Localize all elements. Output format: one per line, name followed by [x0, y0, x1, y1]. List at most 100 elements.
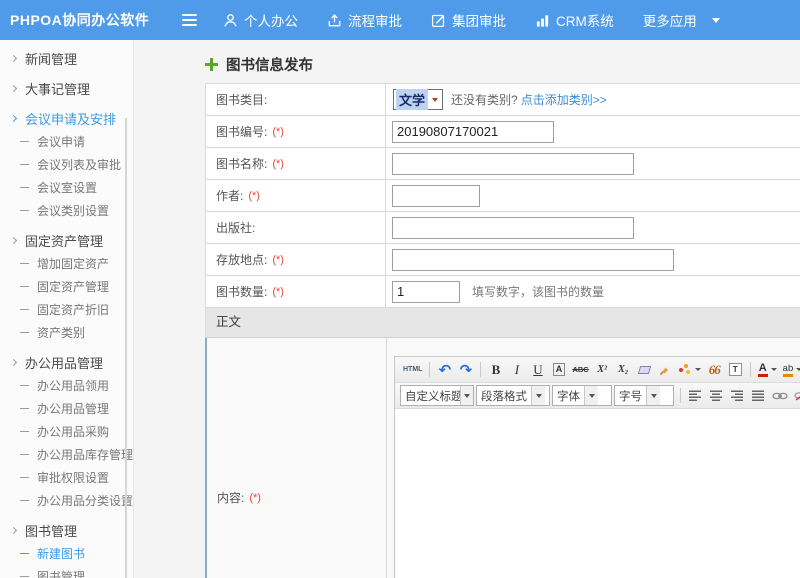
- page-title: 图书信息发布: [205, 54, 313, 75]
- html-source-button[interactable]: HTML: [401, 360, 424, 380]
- custom-title-select[interactable]: 自定义标题: [400, 385, 474, 406]
- sidebar-item-supplies-inventory[interactable]: 办公用品库存管理: [0, 443, 133, 466]
- form-row-quantity: 图书数量:(*) 填写数字，该图书的数量: [205, 276, 800, 308]
- publisher-input[interactable]: [392, 217, 634, 239]
- paste-icon: T: [729, 363, 742, 376]
- align-center-button[interactable]: [707, 386, 726, 406]
- category-select[interactable]: 文学: [393, 89, 443, 110]
- toolbar-separator: [429, 362, 430, 377]
- nav-more-apps[interactable]: 更多应用: [643, 10, 720, 30]
- font-color-button[interactable]: A: [756, 360, 779, 380]
- superscript-button[interactable]: X²: [593, 360, 612, 380]
- sidebar-item-asset-category[interactable]: 资产类别: [0, 321, 133, 344]
- format-brush-button[interactable]: [656, 360, 675, 380]
- form-row-category: 图书类目: 文学 还没有类别? 点击添加类别>>: [205, 84, 800, 116]
- sidebar-item-meeting-list-approval[interactable]: 会议列表及审批: [0, 153, 133, 176]
- sidebar-item-book-management[interactable]: 图书管理: [0, 519, 133, 542]
- nav-workflow-approval[interactable]: 流程审批: [327, 10, 402, 30]
- select-arrow-icon: [531, 386, 545, 405]
- caret-down-icon: [695, 368, 701, 371]
- menu-toggle-icon[interactable]: [182, 14, 197, 29]
- align-right-button[interactable]: [728, 386, 747, 406]
- strikethrough-button[interactable]: ABC: [570, 360, 590, 380]
- paste-plain-button[interactable]: T: [726, 360, 745, 380]
- required-marker: (*): [272, 286, 284, 298]
- align-justify-button[interactable]: [749, 386, 768, 406]
- required-marker: (*): [249, 492, 261, 504]
- highlight-color-button[interactable]: ab: [781, 360, 800, 380]
- group-approval-icon: [431, 13, 446, 28]
- crm-chart-icon: [535, 13, 550, 28]
- underline-button[interactable]: U: [528, 360, 547, 380]
- form-row-book-name: 图书名称:(*): [205, 148, 800, 180]
- nav-label: 更多应用: [643, 10, 697, 30]
- chevron-right-icon: [10, 85, 17, 92]
- sidebar-item-fixed-asset-depreciation[interactable]: 固定资产折旧: [0, 298, 133, 321]
- sidebar-item-new-book[interactable]: 新建图书: [0, 542, 133, 565]
- sidebar-item-office-supplies[interactable]: 办公用品管理: [0, 351, 133, 374]
- unlink-icon: [794, 390, 800, 401]
- select-arrow-icon: [460, 386, 473, 405]
- toolbar-separator: [750, 362, 751, 377]
- sidebar-item-memorabilia[interactable]: 大事记管理: [0, 77, 133, 100]
- paragraph-format-select[interactable]: 段落格式: [476, 385, 550, 406]
- sidebar-scrollbar[interactable]: [125, 118, 127, 578]
- sidebar-item-meeting-category-settings[interactable]: 会议类别设置: [0, 199, 133, 222]
- sidebar-item-supplies-claim[interactable]: 办公用品领用: [0, 374, 133, 397]
- align-left-button[interactable]: [686, 386, 705, 406]
- blockquote-button[interactable]: 66: [705, 360, 724, 380]
- sidebar-item-supplies-purchase[interactable]: 办公用品采购: [0, 420, 133, 443]
- subscript-button[interactable]: X₂: [614, 360, 633, 380]
- editor-canvas[interactable]: [395, 409, 800, 578]
- category-hint: 还没有类别?: [451, 91, 518, 108]
- sidebar-item-meeting-room-settings[interactable]: 会议室设置: [0, 176, 133, 199]
- editor-toolbar-row1: HTML ↶ ↷ B I U A ABC X² X₂: [395, 357, 800, 383]
- eraser-button[interactable]: [635, 360, 654, 380]
- toolbar-separator: [680, 388, 681, 403]
- redo-button[interactable]: ↷: [456, 360, 475, 380]
- dash-icon: [20, 385, 29, 386]
- dash-icon: [20, 477, 29, 478]
- author-input[interactable]: [392, 185, 480, 207]
- location-input[interactable]: [392, 249, 674, 271]
- form-row-publisher: 出版社:: [205, 212, 800, 244]
- remove-link-button[interactable]: [792, 386, 800, 406]
- sidebar-item-book-management-sub[interactable]: 图书管理: [0, 565, 133, 578]
- sidebar-item-supplies-category-settings[interactable]: 办公用品分类设置: [0, 489, 133, 512]
- sidebar-item-approval-permission-settings[interactable]: 审批权限设置: [0, 466, 133, 489]
- italic-button[interactable]: I: [507, 360, 526, 380]
- sidebar-item-supplies-management[interactable]: 办公用品管理: [0, 397, 133, 420]
- book-no-input[interactable]: [392, 121, 554, 143]
- insert-link-button[interactable]: [770, 386, 790, 406]
- bold-button[interactable]: B: [486, 360, 505, 380]
- book-name-input[interactable]: [392, 153, 634, 175]
- chevron-right-icon: [10, 359, 17, 366]
- dash-icon: [20, 141, 29, 142]
- field-label: 内容:(*): [207, 338, 387, 578]
- sidebar-item-fixed-asset-management[interactable]: 固定资产管理: [0, 275, 133, 298]
- palette-icon: [679, 364, 692, 376]
- nav-label: 集团审批: [452, 10, 506, 30]
- font-family-select[interactable]: 字体: [552, 385, 612, 406]
- sidebar-item-meeting-apply[interactable]: 会议申请: [0, 130, 133, 153]
- undo-button[interactable]: ↶: [435, 360, 454, 380]
- sidebar-item-add-fixed-asset[interactable]: 增加固定资产: [0, 252, 133, 275]
- color-palette-button[interactable]: [677, 360, 703, 380]
- sidebar-item-news[interactable]: 新闻管理: [0, 47, 133, 70]
- font-style-button[interactable]: A: [549, 360, 568, 380]
- nav-label: 个人办公: [244, 10, 298, 30]
- nav-crm-system[interactable]: CRM系统: [535, 10, 614, 30]
- caret-down-icon: [712, 18, 720, 23]
- nav-group-approval[interactable]: 集团审批: [431, 10, 506, 30]
- font-size-select[interactable]: 字号: [614, 385, 674, 406]
- sidebar-item-fixed-assets[interactable]: 固定资产管理: [0, 229, 133, 252]
- sidebar-item-meeting-request[interactable]: 会议申请及安排: [0, 107, 133, 130]
- nav-personal-office[interactable]: 个人办公: [223, 10, 298, 30]
- select-arrow-icon: [428, 98, 442, 102]
- quantity-hint: 填写数字，该图书的数量: [472, 283, 604, 300]
- align-justify-icon: [752, 390, 765, 401]
- field-label: 图书名称:(*): [206, 148, 386, 179]
- add-category-link[interactable]: 点击添加类别>>: [521, 91, 607, 108]
- quantity-input[interactable]: [392, 281, 460, 303]
- form-row-author: 作者:(*): [205, 180, 800, 212]
